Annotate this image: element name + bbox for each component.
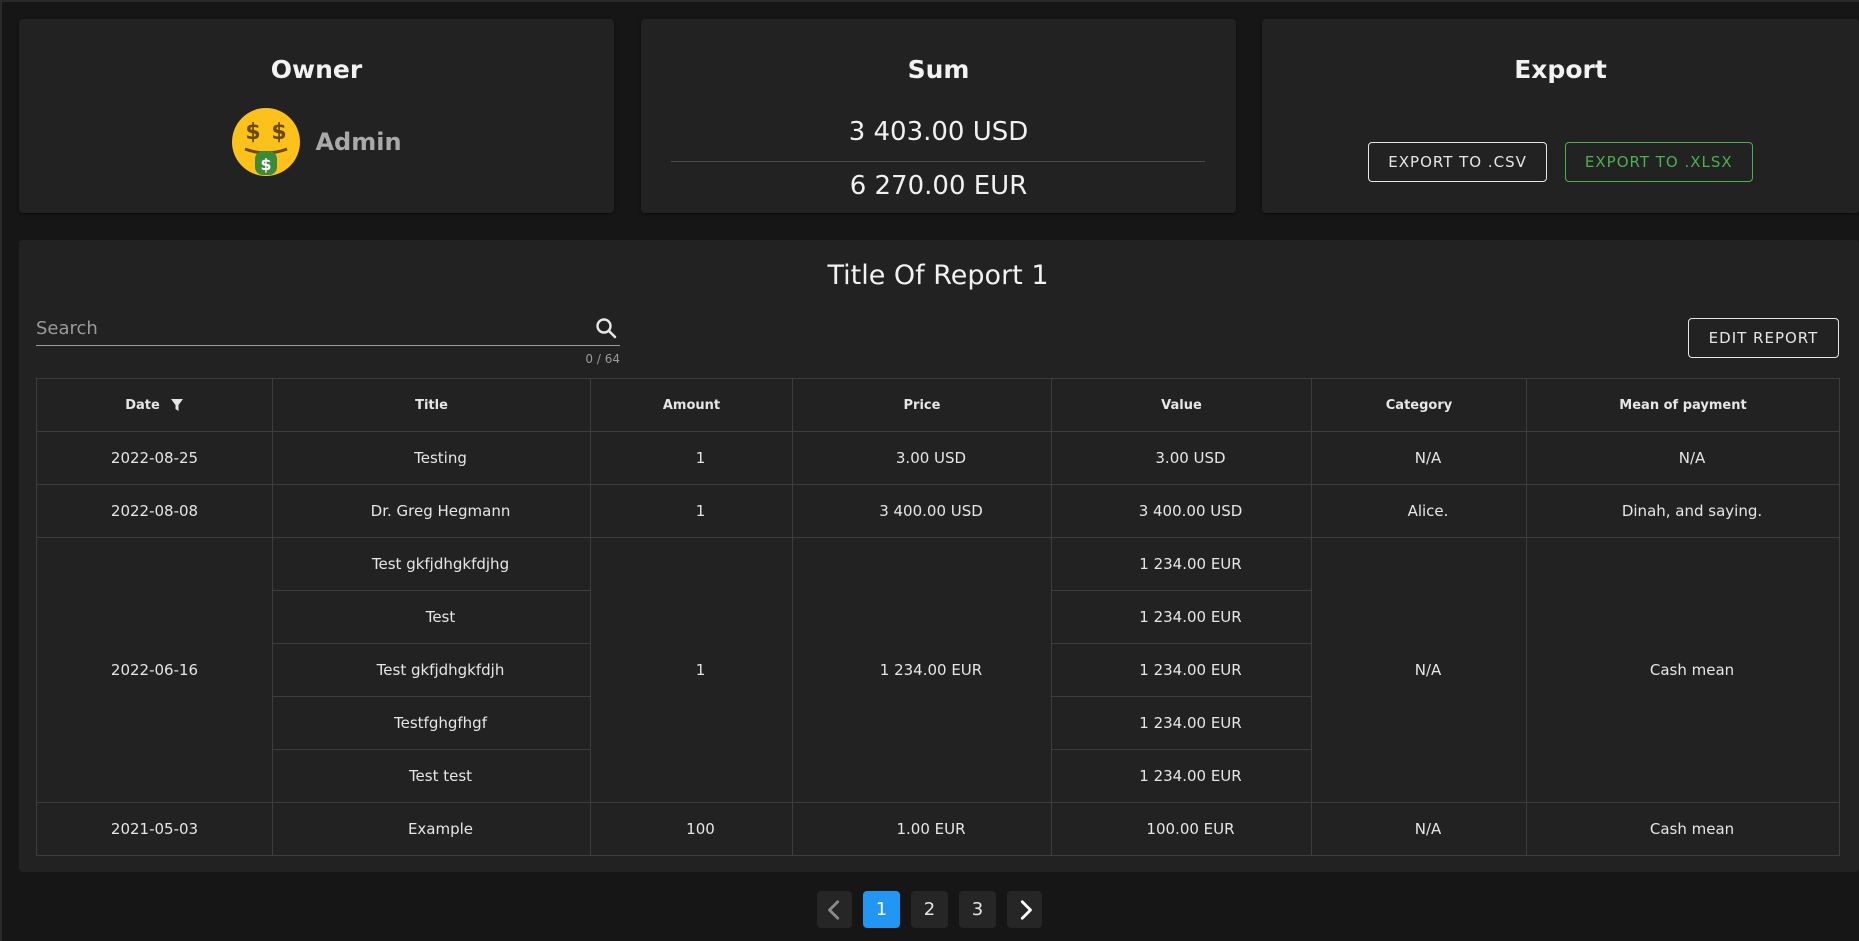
next-page-button[interactable] <box>1007 891 1042 928</box>
owner-name: Admin <box>315 128 402 156</box>
cell-title: Test gkfjdhgkfdjhg <box>272 537 591 591</box>
cell-price: 1 234.00 EUR <box>792 537 1052 803</box>
export-csv-button[interactable]: EXPORT TO .CSV <box>1368 142 1547 182</box>
cell-payment: N/A <box>1526 431 1840 485</box>
column-header-category[interactable]: Category <box>1311 378 1527 432</box>
column-header-amount[interactable]: Amount <box>590 378 793 432</box>
sum-card-title: Sum <box>907 55 970 84</box>
cell-price: 3 400.00 USD <box>792 484 1052 538</box>
chevron-left-icon <box>827 899 839 920</box>
chevron-right-icon <box>1020 899 1032 920</box>
top-border <box>0 0 1859 2</box>
cell-value: 1 234.00 EUR <box>1051 749 1312 803</box>
cell-value: 100.00 EUR <box>1051 802 1312 856</box>
cell-date: 2022-08-08 <box>36 484 273 538</box>
table-row-group[interactable]: 2022-06-16 Test gkfjdhgkfdjhg 1 1 234.00… <box>36 537 1840 803</box>
cell-amount: 100 <box>590 802 793 856</box>
cell-payment: Cash mean <box>1526 802 1840 856</box>
report-title: Title Of Report 1 <box>827 260 1049 291</box>
cell-amount: 1 <box>590 431 793 485</box>
cell-payment: Cash mean <box>1526 537 1840 803</box>
cell-date: 2022-06-16 <box>36 537 273 803</box>
cell-amount: 1 <box>590 484 793 538</box>
export-buttons: EXPORT TO .CSV EXPORT TO .XLSX <box>1262 142 1859 182</box>
cell-value: 1 234.00 EUR <box>1051 643 1312 697</box>
cell-category: Alice. <box>1311 484 1527 538</box>
page-button-1[interactable]: 1 <box>863 891 900 928</box>
cell-value: 3.00 USD <box>1051 431 1312 485</box>
export-card: Export EXPORT TO .CSV EXPORT TO .XLSX <box>1262 19 1859 213</box>
report-table: Date Title Amount Price Value Category M… <box>36 378 1840 856</box>
previous-page-button[interactable] <box>817 891 852 928</box>
cell-payment: Dinah, and saying. <box>1526 484 1840 538</box>
table-header-row: Date Title Amount Price Value Category M… <box>36 378 1840 432</box>
sum-eur: 6 270.00 EUR <box>849 171 1028 201</box>
sum-usd: 3 403.00 USD <box>848 117 1029 147</box>
cell-title: Test test <box>272 749 591 803</box>
cell-category: N/A <box>1311 802 1527 856</box>
cell-price: 1.00 EUR <box>792 802 1052 856</box>
cell-amount: 1 <box>590 537 793 803</box>
owner-card-title: Owner <box>270 55 363 84</box>
cell-date: 2022-08-25 <box>36 431 273 485</box>
search-area: 0 / 64 <box>36 312 620 366</box>
cell-title: Test gkfjdhgkfdjh <box>272 643 591 697</box>
cell-value: 3 400.00 USD <box>1051 484 1312 538</box>
cell-category: N/A <box>1311 537 1527 803</box>
report-panel: Title Of Report 1 0 / 64 EDIT REPORT Dat… <box>19 240 1859 872</box>
cell-value: 1 234.00 EUR <box>1051 590 1312 644</box>
cell-price: 3.00 USD <box>792 431 1052 485</box>
cell-value: 1 234.00 EUR <box>1051 537 1312 591</box>
column-header-title[interactable]: Title <box>272 378 591 432</box>
search-icon[interactable] <box>594 316 618 340</box>
sum-card: Sum 3 403.00 USD 6 270.00 EUR <box>641 19 1236 213</box>
svg-text:$: $ <box>272 120 287 145</box>
export-card-title: Export <box>1514 55 1607 84</box>
column-header-price[interactable]: Price <box>792 378 1052 432</box>
filter-icon[interactable] <box>170 398 184 412</box>
svg-text:$: $ <box>246 120 261 145</box>
table-row[interactable]: 2021-05-03 Example 100 1.00 EUR 100.00 E… <box>36 802 1840 856</box>
cell-category: N/A <box>1311 431 1527 485</box>
cell-title: Testing <box>272 431 591 485</box>
cell-date: 2021-05-03 <box>36 802 273 856</box>
column-header-mean-of-payment[interactable]: Mean of payment <box>1526 378 1840 432</box>
table-row[interactable]: 2022-08-25 Testing 1 3.00 USD 3.00 USD N… <box>36 431 1840 485</box>
column-header-label: Date <box>125 397 160 413</box>
money-mouth-face-icon: $ $ $ <box>232 108 301 176</box>
edit-report-button[interactable]: EDIT REPORT <box>1688 318 1839 358</box>
table-row[interactable]: 2022-08-08 Dr. Greg Hegmann 1 3 400.00 U… <box>36 484 1840 538</box>
search-input[interactable] <box>36 312 620 346</box>
export-xlsx-button[interactable]: EXPORT TO .XLSX <box>1564 142 1753 182</box>
svg-text:$: $ <box>261 155 272 174</box>
owner-card: Owner $ $ $ Admin <box>19 19 614 213</box>
sum-divider <box>671 161 1205 162</box>
pagination: 1 2 3 <box>0 891 1859 928</box>
column-header-date[interactable]: Date <box>36 378 273 432</box>
column-header-value[interactable]: Value <box>1051 378 1312 432</box>
owner-row: $ $ $ Admin <box>19 107 614 177</box>
search-counter: 0 / 64 <box>585 352 620 366</box>
page-button-3[interactable]: 3 <box>959 891 996 928</box>
cell-title: Example <box>272 802 591 856</box>
cell-title: Dr. Greg Hegmann <box>272 484 591 538</box>
cell-title: Test <box>272 590 591 644</box>
cell-title: Testfghgfhgf <box>272 696 591 750</box>
left-border <box>0 0 2 941</box>
cell-value: 1 234.00 EUR <box>1051 696 1312 750</box>
page-button-2[interactable]: 2 <box>911 891 948 928</box>
